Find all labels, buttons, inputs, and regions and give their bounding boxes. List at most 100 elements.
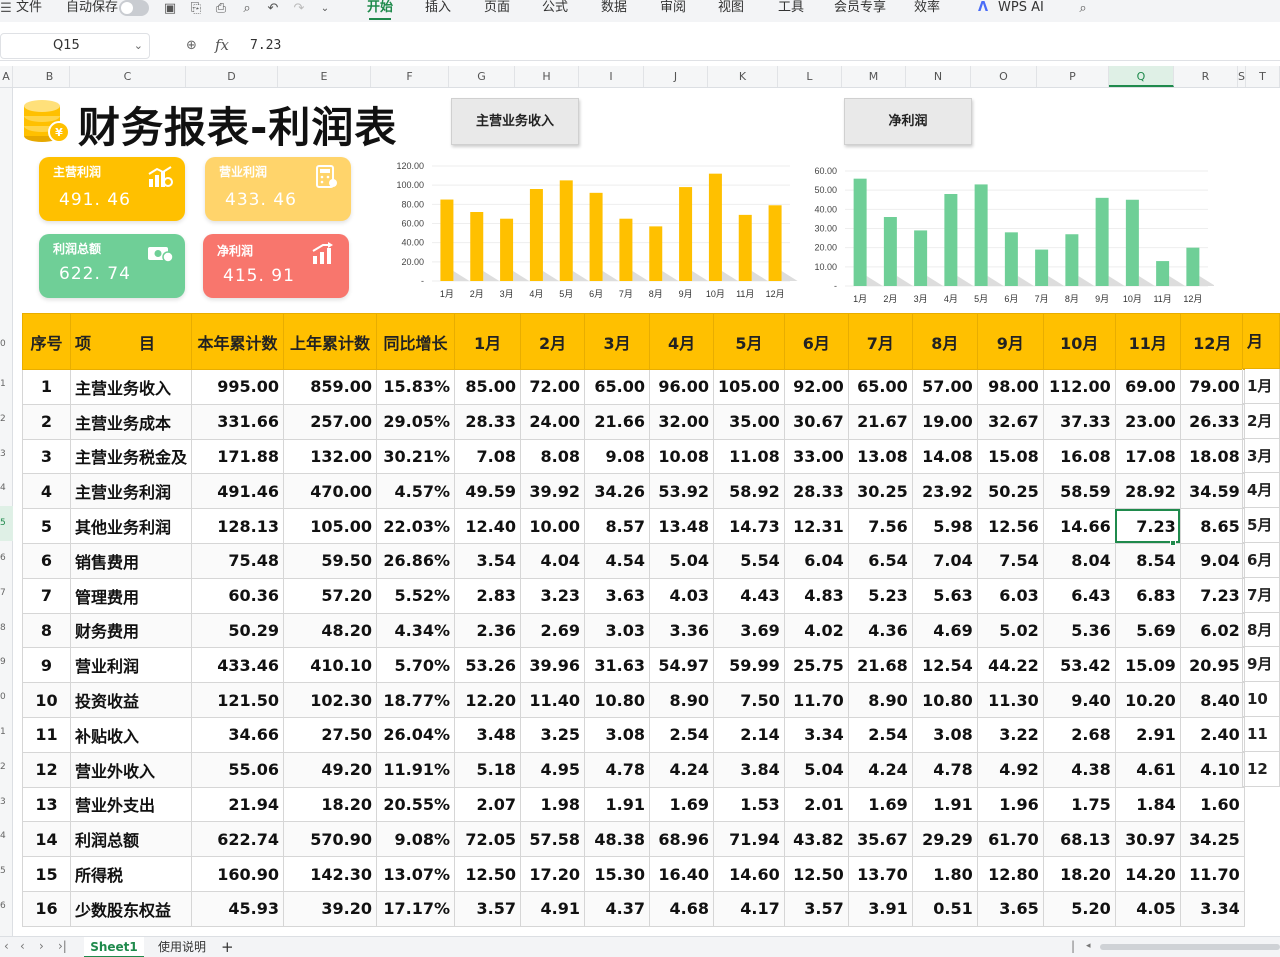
value-cell[interactable]: 102.30 <box>283 682 378 718</box>
column-header-m[interactable]: M <box>842 66 906 87</box>
item-name-cell[interactable]: 所得税 <box>69 856 193 892</box>
row-index-cell[interactable]: 5 <box>22 508 71 544</box>
value-cell[interactable]: 5.23 <box>847 577 913 614</box>
adjacent-cell[interactable]: 3月 <box>1242 438 1280 474</box>
value-cell[interactable]: 65.00 <box>584 369 651 405</box>
menu-icon[interactable]: ☰ <box>0 1 14 17</box>
value-cell[interactable]: 32.67 <box>976 403 1044 440</box>
value-cell[interactable]: 34.26 <box>584 473 651 510</box>
value-cell[interactable]: 4.24 <box>847 751 913 788</box>
value-cell[interactable]: 30.67 <box>783 403 849 440</box>
value-cell[interactable]: 4.78 <box>911 751 978 788</box>
value-cell[interactable]: 3.22 <box>976 716 1044 753</box>
value-cell[interactable]: 2.91 <box>1114 716 1181 753</box>
item-name-cell[interactable]: 补贴收入 <box>69 716 193 753</box>
value-cell[interactable]: 17.17% <box>376 890 456 927</box>
value-cell[interactable]: 3.57 <box>783 890 849 927</box>
row-header[interactable]: 1 <box>0 715 13 750</box>
value-cell[interactable]: 132.00 <box>283 438 378 475</box>
value-cell[interactable]: 26.86% <box>376 542 456 579</box>
value-cell[interactable]: 3.69 <box>713 612 785 649</box>
value-cell[interactable]: 4.05 <box>1114 890 1181 927</box>
row-index-cell[interactable]: 13 <box>22 786 71 823</box>
value-cell[interactable]: 35.67 <box>847 821 913 858</box>
value-cell[interactable]: 5.04 <box>783 751 849 788</box>
value-cell[interactable]: 12.20 <box>454 682 522 718</box>
row-index-cell[interactable]: 1 <box>22 369 71 405</box>
column-header-o[interactable]: O <box>971 66 1037 87</box>
value-cell[interactable]: 4.83 <box>783 577 849 614</box>
value-cell[interactable]: 33.00 <box>783 438 849 475</box>
value-cell[interactable]: 4.36 <box>847 612 913 649</box>
value-cell[interactable]: 9.40 <box>1042 682 1116 718</box>
value-cell[interactable]: 2.54 <box>649 716 715 753</box>
value-cell[interactable]: 4.03 <box>649 577 715 614</box>
value-cell[interactable]: 50.25 <box>976 473 1044 510</box>
redo-icon[interactable]: ↷ <box>291 1 307 17</box>
value-cell[interactable]: 15.30 <box>584 856 651 892</box>
row-header[interactable]: 8 <box>0 611 13 646</box>
value-cell[interactable]: 28.33 <box>783 473 849 510</box>
value-cell[interactable]: 12.56 <box>976 508 1044 544</box>
value-cell[interactable]: 3.08 <box>584 716 651 753</box>
value-cell[interactable]: 72.05 <box>454 821 522 858</box>
item-name-cell[interactable]: 销售费用 <box>69 542 193 579</box>
value-cell[interactable]: 1.69 <box>847 786 913 823</box>
value-cell[interactable]: 4.61 <box>1114 751 1181 788</box>
row-header[interactable]: 5 <box>0 506 13 541</box>
value-cell[interactable]: 6.83 <box>1114 577 1181 614</box>
print-preview-icon[interactable]: ⌕ <box>239 1 255 17</box>
item-name-cell[interactable]: 投资收益 <box>69 682 193 718</box>
item-name-cell[interactable]: 主营业务税金及 <box>69 438 193 475</box>
value-cell[interactable]: 0.51 <box>911 890 978 927</box>
value-cell[interactable]: 19.00 <box>911 403 978 440</box>
column-header-h[interactable]: H <box>515 66 579 87</box>
value-cell[interactable]: 7.23 <box>1179 577 1245 614</box>
row-header[interactable]: 0 <box>0 333 13 355</box>
value-cell[interactable]: 25.75 <box>783 647 849 684</box>
value-cell[interactable]: 11.08 <box>713 438 785 475</box>
value-cell[interactable]: 34.59 <box>1179 473 1245 510</box>
column-header-c[interactable]: C <box>70 66 186 87</box>
value-cell[interactable]: 29.05% <box>376 403 456 440</box>
value-cell[interactable]: 9.08% <box>376 821 456 858</box>
value-cell[interactable]: 1.91 <box>911 786 978 823</box>
value-cell[interactable]: 7.04 <box>911 542 978 579</box>
adjacent-cell[interactable]: 4月 <box>1242 473 1280 509</box>
column-header-g[interactable]: G <box>449 66 515 87</box>
value-cell[interactable]: 8.57 <box>584 508 651 544</box>
value-cell[interactable]: 43.82 <box>783 821 849 858</box>
value-cell[interactable]: 5.20 <box>1042 890 1116 927</box>
undo-icon[interactable]: ↶ <box>265 1 281 17</box>
value-cell[interactable]: 5.69 <box>1114 612 1181 649</box>
value-cell[interactable]: 433.46 <box>191 647 285 684</box>
value-cell[interactable]: 50.29 <box>191 612 285 649</box>
value-cell[interactable]: 11.91% <box>376 751 456 788</box>
value-cell[interactable]: 54.97 <box>649 647 715 684</box>
value-cell[interactable]: 8.65 <box>1179 508 1245 544</box>
value-cell[interactable]: 4.38 <box>1042 751 1116 788</box>
value-cell[interactable]: 57.00 <box>911 369 978 405</box>
value-cell[interactable]: 98.00 <box>976 369 1044 405</box>
value-cell[interactable]: 3.36 <box>649 612 715 649</box>
value-cell[interactable]: 11.70 <box>1179 856 1245 892</box>
net-profit-button[interactable]: 净利润 <box>844 98 972 145</box>
value-cell[interactable]: 15.09 <box>1114 647 1181 684</box>
value-cell[interactable]: 13.08 <box>847 438 913 475</box>
value-cell[interactable]: 13.48 <box>649 508 715 544</box>
row-header[interactable]: 3 <box>0 785 13 820</box>
value-cell[interactable]: 53.42 <box>1042 647 1116 684</box>
value-cell[interactable]: 128.13 <box>191 508 285 544</box>
value-cell[interactable]: 32.00 <box>649 403 715 440</box>
tab-home[interactable]: 开始 <box>367 0 393 22</box>
item-name-cell[interactable]: 利润总额 <box>69 821 193 858</box>
value-cell[interactable]: 112.00 <box>1042 369 1116 405</box>
value-cell[interactable]: 21.68 <box>847 647 913 684</box>
value-cell[interactable]: 14.73 <box>713 508 785 544</box>
value-cell[interactable]: 58.92 <box>713 473 785 510</box>
value-cell[interactable]: 2.68 <box>1042 716 1116 753</box>
value-cell[interactable]: 570.90 <box>283 821 378 858</box>
value-cell[interactable]: 4.10 <box>1179 751 1245 788</box>
value-cell[interactable]: 28.92 <box>1114 473 1181 510</box>
value-cell[interactable]: 491.46 <box>191 473 285 510</box>
